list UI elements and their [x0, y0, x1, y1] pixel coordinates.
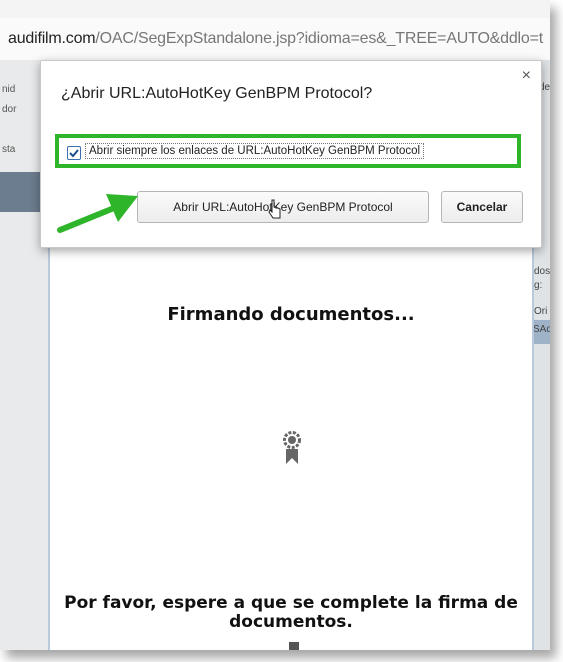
- modal-title: Firmando documentos...: [167, 304, 415, 325]
- browser-window: audifilm.com/OAC/SegExpStandalone.jsp?id…: [0, 0, 550, 650]
- dialog-title: ¿Abrir URL:AutoHotKey GenBPM Protocol?: [61, 85, 373, 102]
- award-icon: [283, 431, 301, 464]
- always-open-checkbox[interactable]: [67, 146, 81, 160]
- bg-blue-row: SAd: [532, 320, 550, 344]
- url-host: audifilm.com: [8, 30, 96, 47]
- bg-label: Ori: [534, 306, 548, 317]
- bg-label: sta: [2, 144, 16, 155]
- url-text[interactable]: audifilm.com/OAC/SegExpStandalone.jsp?id…: [8, 30, 543, 48]
- checkbox-highlight: Abrir siempre los enlaces de URL:AutoHot…: [55, 134, 521, 168]
- bg-label: dor: [2, 104, 17, 115]
- close-icon[interactable]: ×: [522, 67, 531, 85]
- url-path: /OAC/SegExpStandalone.jsp?idioma=es&_TRE…: [95, 30, 543, 47]
- cancel-button[interactable]: Cancelar: [441, 191, 523, 223]
- bg-label: g:: [534, 280, 543, 291]
- always-open-label[interactable]: Abrir siempre los enlaces de URL:AutoHot…: [85, 143, 425, 159]
- green-arrow-icon: [57, 194, 138, 233]
- bg-label: dos: [534, 266, 550, 277]
- signing-modal: Firmando documentos... Por favor, espere…: [48, 224, 534, 650]
- bg-label: nid: [2, 84, 16, 95]
- scroll-marker: [289, 642, 299, 650]
- check-icon: [69, 149, 79, 158]
- wait-message: Por favor, espere a que se complete la f…: [64, 593, 518, 632]
- bg-label: SAd: [533, 324, 550, 335]
- address-bar[interactable]: audifilm.com/OAC/SegExpStandalone.jsp?id…: [0, 18, 550, 61]
- hand-cursor-icon: [268, 199, 281, 219]
- open-protocol-button[interactable]: Abrir URL:AutoHotKey GenBPM Protocol: [137, 191, 429, 223]
